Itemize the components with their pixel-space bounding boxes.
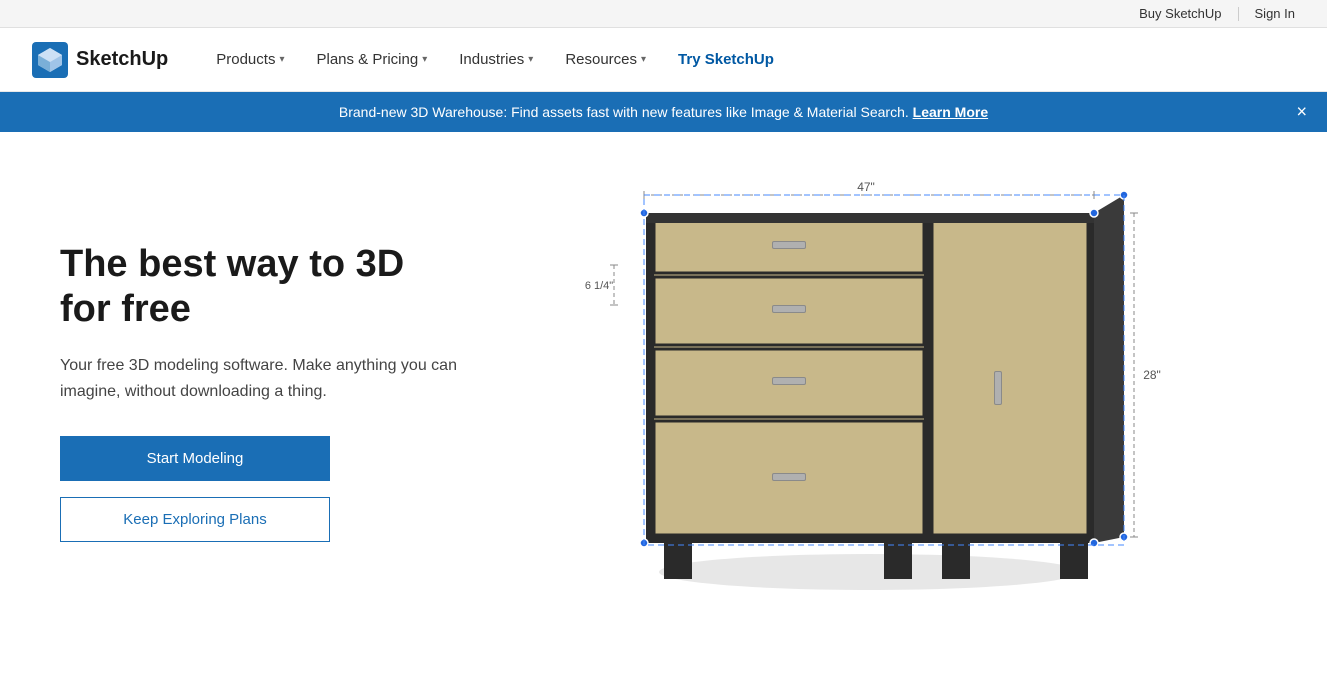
nav-try-sketchup[interactable]: Try SketchUp — [662, 28, 790, 92]
industries-chevron-icon: ▾ — [528, 54, 533, 65]
sketchup-logo-icon — [32, 42, 68, 78]
buy-sketchup-link[interactable]: Buy SketchUp — [1139, 6, 1221, 21]
nav-resources[interactable]: Resources ▾ — [549, 28, 662, 92]
svg-text:28": 28" — [1143, 368, 1161, 382]
nav-products[interactable]: Products ▾ — [200, 28, 300, 92]
logo-link[interactable]: SketchUp — [32, 42, 168, 78]
svg-text:6 1/4": 6 1/4" — [584, 280, 612, 292]
keep-exploring-plans-button[interactable]: Keep Exploring Plans — [60, 497, 330, 542]
hero-section: The best way to 3D for free Your free 3D… — [0, 132, 1327, 652]
banner-learn-more-link[interactable]: Learn More — [913, 104, 988, 120]
top-bar-divider — [1238, 7, 1239, 21]
plans-chevron-icon: ▾ — [422, 54, 427, 65]
banner-text: Brand-new 3D Warehouse: Find assets fast… — [339, 104, 913, 120]
nav-plans-pricing[interactable]: Plans & Pricing ▾ — [300, 28, 443, 92]
announcement-banner: Brand-new 3D Warehouse: Find assets fast… — [0, 92, 1327, 132]
nav-items: Products ▾ Plans & Pricing ▾ Industries … — [200, 28, 1295, 92]
svg-text:47": 47" — [857, 180, 875, 194]
sign-in-link[interactable]: Sign In — [1255, 6, 1295, 21]
hero-title: The best way to 3D for free — [60, 242, 460, 333]
hero-illustration: 47" 6 1/4" 28" — [460, 172, 1267, 612]
hero-content: The best way to 3D for free Your free 3D… — [60, 242, 460, 542]
banner-close-button[interactable]: × — [1296, 102, 1307, 123]
top-bar: Buy SketchUp Sign In — [0, 0, 1327, 28]
logo-text: SketchUp — [76, 48, 168, 71]
start-modeling-button[interactable]: Start Modeling — [60, 436, 330, 481]
dresser-svg: 47" 6 1/4" 28" — [554, 177, 1174, 607]
nav-industries[interactable]: Industries ▾ — [443, 28, 549, 92]
resources-chevron-icon: ▾ — [641, 54, 646, 65]
hero-subtitle: Your free 3D modeling software. Make any… — [60, 353, 460, 404]
products-chevron-icon: ▾ — [279, 54, 284, 65]
main-nav: SketchUp Products ▾ Plans & Pricing ▾ In… — [0, 28, 1327, 92]
